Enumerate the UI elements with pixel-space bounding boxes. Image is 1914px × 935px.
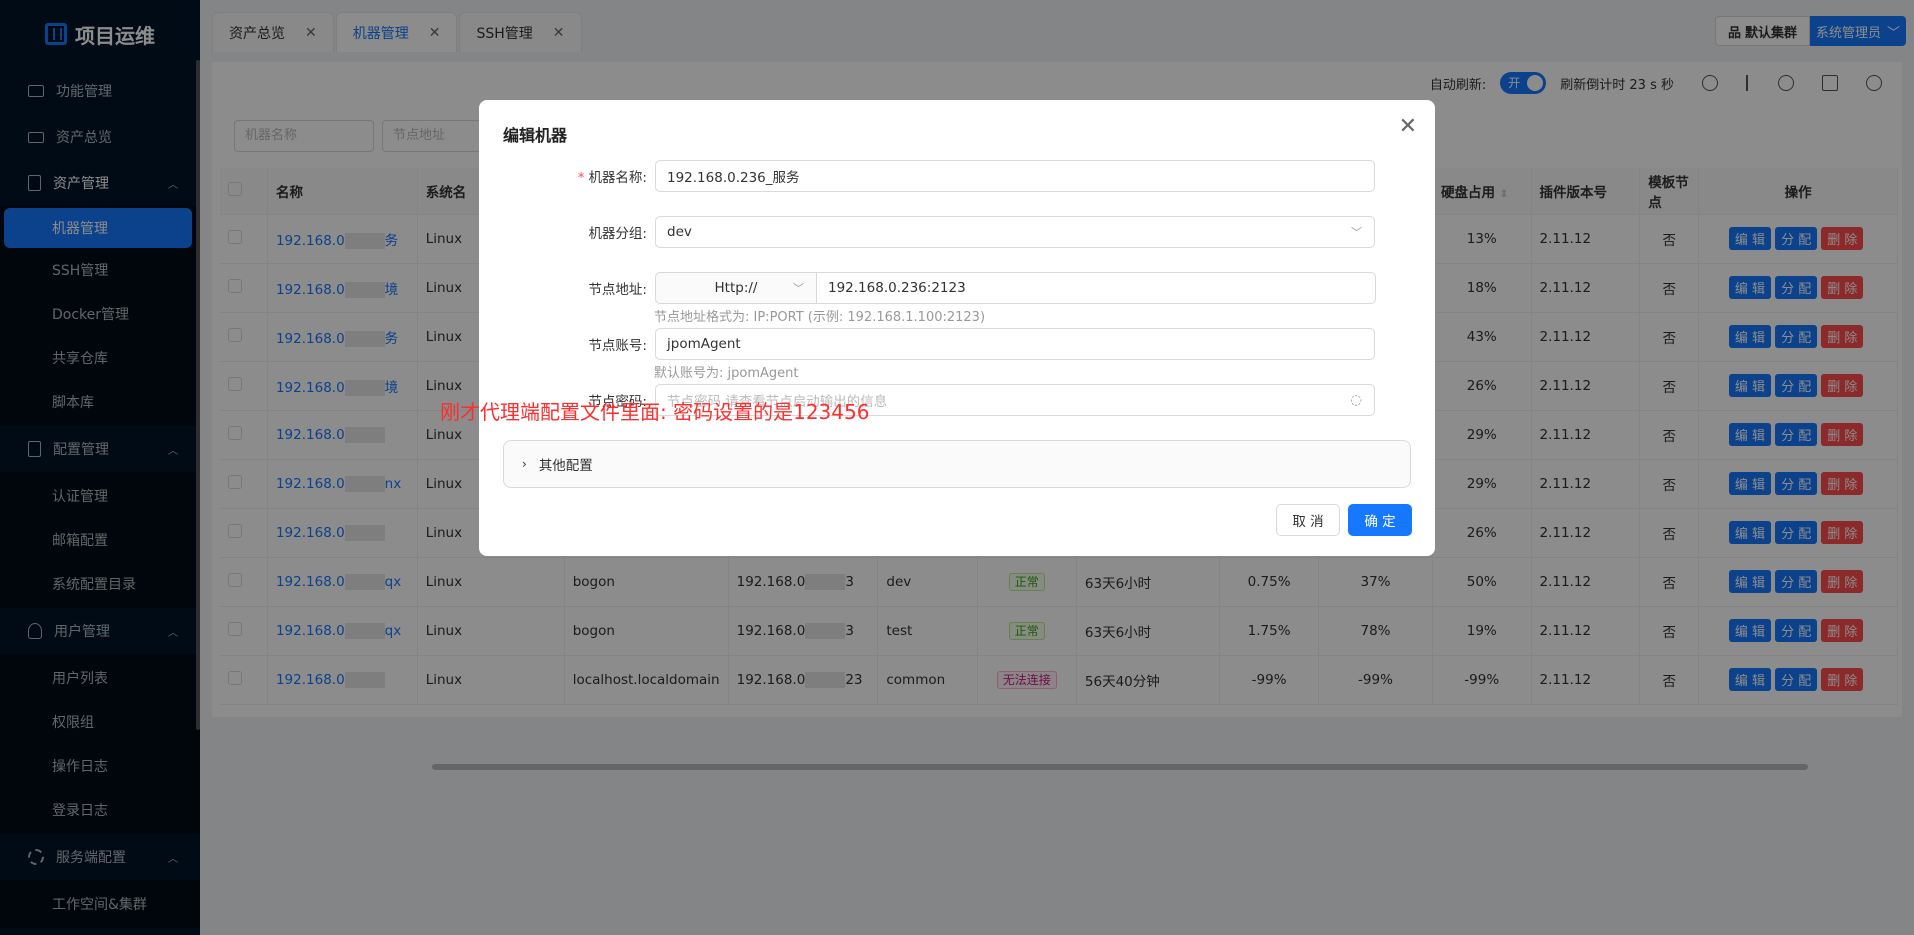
node-account-input[interactable]: jpomAgent	[655, 328, 1375, 360]
protocol-select[interactable]: Http://﹀	[655, 272, 817, 304]
red-annotation: 刚才代理端配置文件里面: 密码设置的是123456	[440, 400, 870, 424]
required-mark: *	[577, 170, 585, 186]
node-account-label: 节点账号:	[588, 338, 647, 354]
machine-name-input[interactable]: 192.168.0.236_服务	[655, 160, 1375, 192]
machine-name-label: 机器名称:	[588, 170, 647, 186]
node-address-input[interactable]: 192.168.0.236:2123	[817, 272, 1376, 304]
chevron-down-icon: ﹀	[1351, 226, 1362, 239]
field-node-address: 节点地址: Http://﹀ 192.168.0.236:2123	[479, 272, 1376, 304]
machine-group-label: 机器分组:	[588, 226, 647, 242]
other-config-label: 其他配置	[538, 458, 593, 474]
field-machine-group: 机器分组: dev ﹀	[479, 216, 1375, 248]
modal-title: 编辑机器	[503, 126, 568, 145]
other-config-collapse[interactable]: › 其他配置	[503, 440, 1411, 488]
chevron-right-icon: ›	[522, 457, 527, 471]
machine-group-select[interactable]: dev ﹀	[655, 216, 1375, 248]
field-machine-name: * 机器名称: 192.168.0.236_服务	[479, 160, 1375, 192]
close-icon[interactable]: ✕	[1399, 114, 1417, 139]
node-account-help: 默认账号为: jpomAgent	[654, 366, 799, 381]
cancel-button[interactable]: 取 消	[1276, 504, 1340, 536]
ok-button[interactable]: 确 定	[1348, 504, 1412, 536]
node-address-label: 节点地址:	[588, 282, 647, 298]
field-node-account: 节点账号: jpomAgent	[479, 328, 1375, 360]
eye-invisible-icon[interactable]: ◌	[1350, 392, 1362, 408]
chevron-down-icon: ﹀	[793, 282, 804, 295]
edit-machine-modal: 编辑机器 ✕ * 机器名称: 192.168.0.236_服务 机器分组: dev…	[479, 100, 1435, 556]
node-address-help: 节点地址格式为: IP:PORT (示例: 192.168.1.100:2123…	[654, 310, 986, 325]
